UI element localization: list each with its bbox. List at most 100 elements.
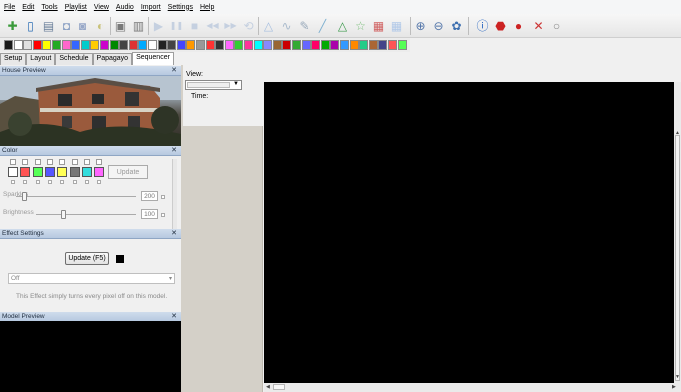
effect-icon[interactable] xyxy=(244,40,253,50)
bulb-icon[interactable]: ○ xyxy=(548,17,565,34)
color-enable-checkbox[interactable] xyxy=(96,159,103,165)
pause-icon[interactable]: ❚❚ xyxy=(168,17,185,34)
light-grid-icon[interactable]: ▦ xyxy=(388,17,405,34)
clipboard-icon[interactable]: ▣ xyxy=(112,17,129,34)
sparkles-value[interactable]: 200 xyxy=(141,191,158,201)
menu-audio[interactable]: Audio xyxy=(116,4,134,11)
effect-icon[interactable] xyxy=(292,40,301,50)
color-lock-checkbox[interactable] xyxy=(97,180,102,184)
effect-icon[interactable] xyxy=(378,40,388,50)
effect-icon[interactable] xyxy=(186,40,196,50)
effect-icon[interactable] xyxy=(330,40,340,50)
effect-icon[interactable] xyxy=(311,40,321,50)
scroll-left-icon[interactable]: ◀ xyxy=(266,384,270,390)
view-select[interactable]: ▼ xyxy=(185,80,242,90)
effect-icon[interactable] xyxy=(138,40,148,50)
color-lock-checkbox[interactable] xyxy=(60,180,65,184)
tab-papagayo[interactable]: Papagayo xyxy=(92,53,133,65)
effect-icon[interactable] xyxy=(128,40,138,50)
color-swatch[interactable] xyxy=(94,167,105,177)
effect-icon[interactable] xyxy=(176,40,186,50)
play-icon[interactable]: ▶ xyxy=(150,17,167,34)
color-update-button[interactable]: Update xyxy=(108,165,148,179)
effect-icon[interactable] xyxy=(109,40,119,50)
color-pane-scrollbar[interactable] xyxy=(172,159,177,229)
color-lock-checkbox[interactable] xyxy=(72,180,77,184)
effect-icon[interactable] xyxy=(23,40,33,50)
color-enable-checkbox[interactable] xyxy=(22,159,29,165)
stop-circle-icon[interactable]: ● xyxy=(510,17,527,34)
effect-icon[interactable] xyxy=(215,40,225,50)
color-enable-checkbox[interactable] xyxy=(59,159,66,165)
refresh-icon[interactable]: ◐ xyxy=(92,17,109,34)
color-lock-checkbox[interactable] xyxy=(35,180,40,184)
brightness-value[interactable]: 100 xyxy=(141,209,158,219)
curve-icon[interactable]: ∿ xyxy=(278,17,295,34)
horizontal-scrollbar-thumb[interactable] xyxy=(273,384,285,390)
color-swatch[interactable] xyxy=(20,167,31,177)
effect-icon[interactable] xyxy=(301,40,311,50)
effect-icon[interactable] xyxy=(13,40,23,50)
effect-icon[interactable] xyxy=(71,40,81,50)
effect-icon[interactable] xyxy=(80,40,90,50)
new-sequence-icon[interactable]: ✚ xyxy=(4,17,21,34)
zoom-out-icon[interactable]: ⊖ xyxy=(430,17,447,34)
color-enable-checkbox[interactable] xyxy=(10,159,16,165)
sparkles-checkbox[interactable] xyxy=(161,195,165,199)
star-icon[interactable]: ☆ xyxy=(352,17,369,34)
save-as-icon[interactable]: ◙ xyxy=(74,17,91,34)
vertical-scrollbar[interactable]: ▲ ▼ xyxy=(674,82,681,383)
tab-setup[interactable]: Setup xyxy=(0,53,27,65)
menu-playlist[interactable]: Playlist xyxy=(65,4,87,11)
rewind-icon[interactable]: ◀◀ xyxy=(204,17,221,34)
color-swatch[interactable] xyxy=(44,167,55,177)
brush-icon[interactable]: ✎ xyxy=(296,17,313,34)
effect-icon[interactable] xyxy=(119,40,129,50)
effect-icon[interactable] xyxy=(253,40,263,50)
menu-help[interactable]: Help xyxy=(200,4,214,11)
effect-icon[interactable] xyxy=(397,40,407,50)
effect-icon[interactable] xyxy=(340,40,349,50)
tab-schedule[interactable]: Schedule xyxy=(55,53,93,65)
color-lock-checkbox[interactable] xyxy=(47,180,52,184)
color-swatch[interactable] xyxy=(57,167,68,177)
new-document-icon[interactable]: ▯ xyxy=(22,17,39,34)
sparkles-slider[interactable] xyxy=(22,192,27,201)
line-icon[interactable]: ╱ xyxy=(314,17,331,34)
tab-layout[interactable]: Layout xyxy=(26,53,56,65)
color-swatch[interactable] xyxy=(81,167,92,177)
effect-icon[interactable] xyxy=(224,40,234,50)
info-icon[interactable]: ⓘ xyxy=(474,17,491,34)
effect-icon[interactable] xyxy=(196,40,205,50)
paste-icon[interactable]: ▥ xyxy=(130,17,147,34)
effect-icon[interactable] xyxy=(234,40,244,50)
stop-icon[interactable]: ■ xyxy=(186,17,203,34)
effect-icon[interactable] xyxy=(157,40,167,50)
bulb-x-icon[interactable]: ✕ xyxy=(530,17,547,34)
effect-icon[interactable] xyxy=(368,40,378,50)
color-swatch[interactable] xyxy=(32,167,43,177)
effect-icon[interactable] xyxy=(167,40,177,50)
effect-icon[interactable] xyxy=(148,40,157,50)
color-lock-checkbox[interactable] xyxy=(84,180,89,184)
effect-icon[interactable] xyxy=(4,40,13,50)
color-enable-checkbox[interactable] xyxy=(34,159,41,165)
triangle-icon[interactable]: △ xyxy=(260,17,277,34)
close-icon[interactable]: ✕ xyxy=(171,229,177,239)
zoom-in-icon[interactable]: ⊕ xyxy=(412,17,429,34)
effect-icon[interactable] xyxy=(349,40,359,50)
menu-file[interactable]: File xyxy=(4,4,15,11)
color-enable-checkbox[interactable] xyxy=(46,159,53,165)
sequencer-grid[interactable] xyxy=(264,82,674,383)
effect-icon[interactable] xyxy=(263,40,273,50)
effect-icon[interactable] xyxy=(61,40,71,50)
effect-select[interactable]: Off ▾ xyxy=(8,273,175,284)
color-enable-checkbox[interactable] xyxy=(83,159,90,165)
stop-sign-icon[interactable]: ⬣ xyxy=(492,17,509,34)
close-icon[interactable]: ✕ xyxy=(171,146,177,156)
vertical-scrollbar-thumb[interactable] xyxy=(675,135,680,381)
color-lock-checkbox[interactable] xyxy=(23,180,28,184)
effect-icon[interactable] xyxy=(32,40,42,50)
tab-sequencer[interactable]: Sequencer xyxy=(132,52,174,65)
effect-icon[interactable] xyxy=(90,40,100,50)
